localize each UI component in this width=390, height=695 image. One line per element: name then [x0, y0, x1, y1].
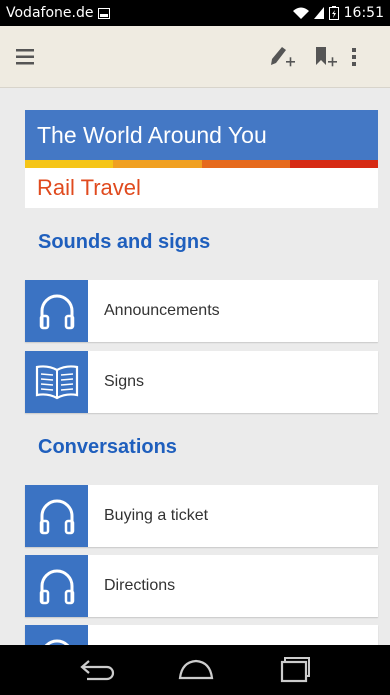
- battery-icon: [328, 6, 339, 20]
- page-subtitle: Rail Travel: [25, 168, 378, 208]
- carrier-group: Vodafone.de: [6, 5, 111, 21]
- headphones-icon: [25, 485, 88, 547]
- signal-icon: [313, 7, 324, 19]
- section-heading: Conversations: [38, 436, 177, 458]
- screenshot-notification-icon: [98, 7, 111, 19]
- book-icon: [25, 351, 88, 413]
- more-vert-icon[interactable]: [344, 26, 364, 88]
- system-nav-bar: [0, 645, 390, 695]
- title-card: The World Around You Rail Travel: [25, 110, 378, 208]
- list-item-label: Announcements: [104, 302, 220, 319]
- hamburger-menu-icon[interactable]: [12, 26, 38, 88]
- list-item-buying-a-ticket[interactable]: Buying a ticket: [25, 485, 378, 547]
- wifi-icon: [292, 7, 309, 19]
- status-icons: 16:51: [292, 5, 384, 21]
- stripe-segment: [289, 160, 378, 168]
- clock: 16:51: [343, 5, 384, 21]
- content: The World Around You Rail Travel Sounds …: [0, 88, 390, 645]
- list-item-label: Directions: [104, 577, 176, 594]
- stripe-segment: [25, 160, 114, 168]
- title-stripe: [25, 160, 378, 168]
- pencil-plus-icon[interactable]: [262, 26, 302, 88]
- status-bar: Vodafone.de 16:51: [0, 0, 390, 26]
- list-item-label: Signs: [104, 373, 145, 390]
- headphones-icon: [25, 555, 88, 617]
- action-bar: [0, 26, 390, 88]
- recent-apps-icon[interactable]: [266, 645, 326, 695]
- stripe-segment: [201, 160, 290, 168]
- section-heading: Sounds and signs: [38, 231, 211, 253]
- back-icon[interactable]: [67, 645, 127, 695]
- list-item-label: Buying a ticket: [104, 507, 209, 524]
- page-title: The World Around You: [25, 110, 378, 160]
- list-item-directions[interactable]: Directions: [25, 555, 378, 617]
- bookmark-plus-icon[interactable]: [306, 26, 346, 88]
- stripe-segment: [113, 160, 202, 168]
- list-item-signs[interactable]: Signs: [25, 351, 378, 413]
- list-item-partial[interactable]: [25, 625, 378, 645]
- carrier-name: Vodafone.de: [6, 5, 94, 21]
- home-icon[interactable]: [166, 645, 226, 695]
- list-item-announcements[interactable]: Announcements: [25, 280, 378, 342]
- headphones-icon: [25, 625, 88, 645]
- headphones-icon: [25, 280, 88, 342]
